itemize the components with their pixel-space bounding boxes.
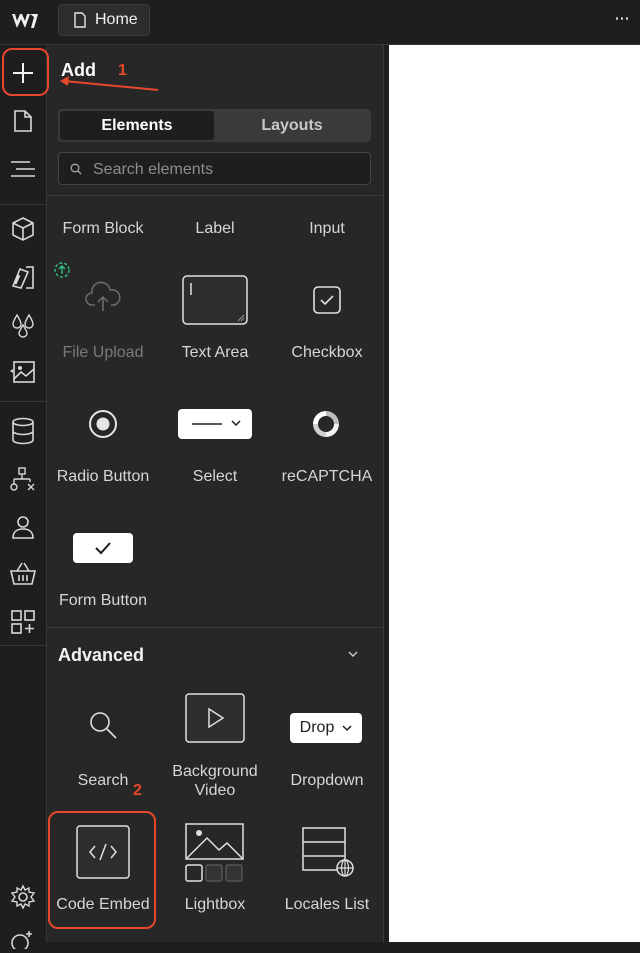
- chevron-down-icon[interactable]: [347, 650, 359, 658]
- recaptcha-icon: [310, 408, 342, 440]
- element-checkbox[interactable]: Checkbox: [271, 343, 383, 362]
- styles-icon[interactable]: [9, 263, 37, 291]
- element-search[interactable]: Search: [47, 771, 159, 790]
- search-icon: [70, 163, 82, 175]
- more-menu-icon[interactable]: [614, 10, 630, 26]
- annotation-highlight-add: [2, 48, 49, 96]
- cloud-upload-icon: [83, 277, 123, 317]
- select-icon: [178, 409, 252, 439]
- element-input[interactable]: Input: [271, 219, 383, 238]
- lightbox-icon: [185, 823, 245, 883]
- page-tab-home[interactable]: Home: [58, 4, 150, 36]
- form-button-icon: [73, 533, 133, 563]
- element-lightbox[interactable]: Lightbox: [159, 895, 271, 914]
- tab-elements[interactable]: Elements: [60, 111, 214, 140]
- cms-icon[interactable]: [9, 417, 37, 445]
- help-icon[interactable]: [9, 925, 37, 953]
- element-form-button[interactable]: Form Button: [47, 591, 159, 610]
- navigator-icon[interactable]: [9, 155, 37, 183]
- users-icon[interactable]: [9, 513, 37, 541]
- segmented-control: Elements Layouts: [58, 109, 371, 142]
- add-panel: Add Elements Layouts Form Block Label In…: [47, 45, 384, 942]
- design-canvas[interactable]: [389, 45, 640, 942]
- pages-icon[interactable]: [9, 107, 37, 135]
- page-icon: [74, 12, 86, 28]
- element-background-video-line2[interactable]: Video: [159, 781, 271, 800]
- annotation-arrow-icon: [60, 76, 159, 91]
- dropdown-pill-text: Drop: [299, 719, 335, 736]
- components-icon[interactable]: [9, 215, 37, 243]
- tab-layouts[interactable]: Layouts: [215, 111, 369, 140]
- left-rail: [0, 45, 47, 949]
- element-recaptcha[interactable]: reCAPTCHA: [271, 467, 383, 486]
- upgrade-badge-icon: [54, 262, 70, 278]
- apps-icon[interactable]: [9, 608, 37, 636]
- webflow-logo-icon[interactable]: [10, 9, 40, 33]
- text-area-icon: [182, 275, 248, 325]
- element-form-block[interactable]: Form Block: [47, 219, 159, 238]
- logic-icon[interactable]: [9, 465, 37, 493]
- dropdown-icon: Drop: [290, 713, 362, 743]
- element-background-video-line1[interactable]: Background: [159, 762, 271, 781]
- top-bar: Home: [0, 0, 640, 45]
- element-file-upload[interactable]: File Upload: [47, 343, 159, 362]
- element-dropdown[interactable]: Dropdown: [271, 771, 383, 790]
- section-advanced-title[interactable]: Advanced: [58, 645, 144, 666]
- background-video-icon: [184, 693, 246, 743]
- ecommerce-icon[interactable]: [9, 560, 37, 588]
- annotation-number-2: 2: [133, 782, 142, 799]
- variables-icon[interactable]: [9, 311, 37, 339]
- search-input[interactable]: [91, 158, 365, 182]
- radio-button-icon: [87, 408, 119, 440]
- page-tab-label: Home: [95, 11, 138, 28]
- element-text-area[interactable]: Text Area: [159, 343, 271, 362]
- settings-gear-icon[interactable]: [9, 883, 37, 911]
- element-locales-list[interactable]: Locales List: [271, 895, 383, 914]
- search-element-icon: [87, 709, 119, 741]
- locales-list-icon: [301, 826, 357, 878]
- checkbox-icon: [312, 285, 342, 315]
- element-select[interactable]: Select: [159, 467, 271, 486]
- search-box: [58, 152, 371, 185]
- assets-icon[interactable]: [9, 358, 37, 386]
- element-radio-button[interactable]: Radio Button: [47, 467, 159, 486]
- annotation-highlight-code-embed: [48, 811, 156, 929]
- element-label[interactable]: Label: [159, 219, 271, 238]
